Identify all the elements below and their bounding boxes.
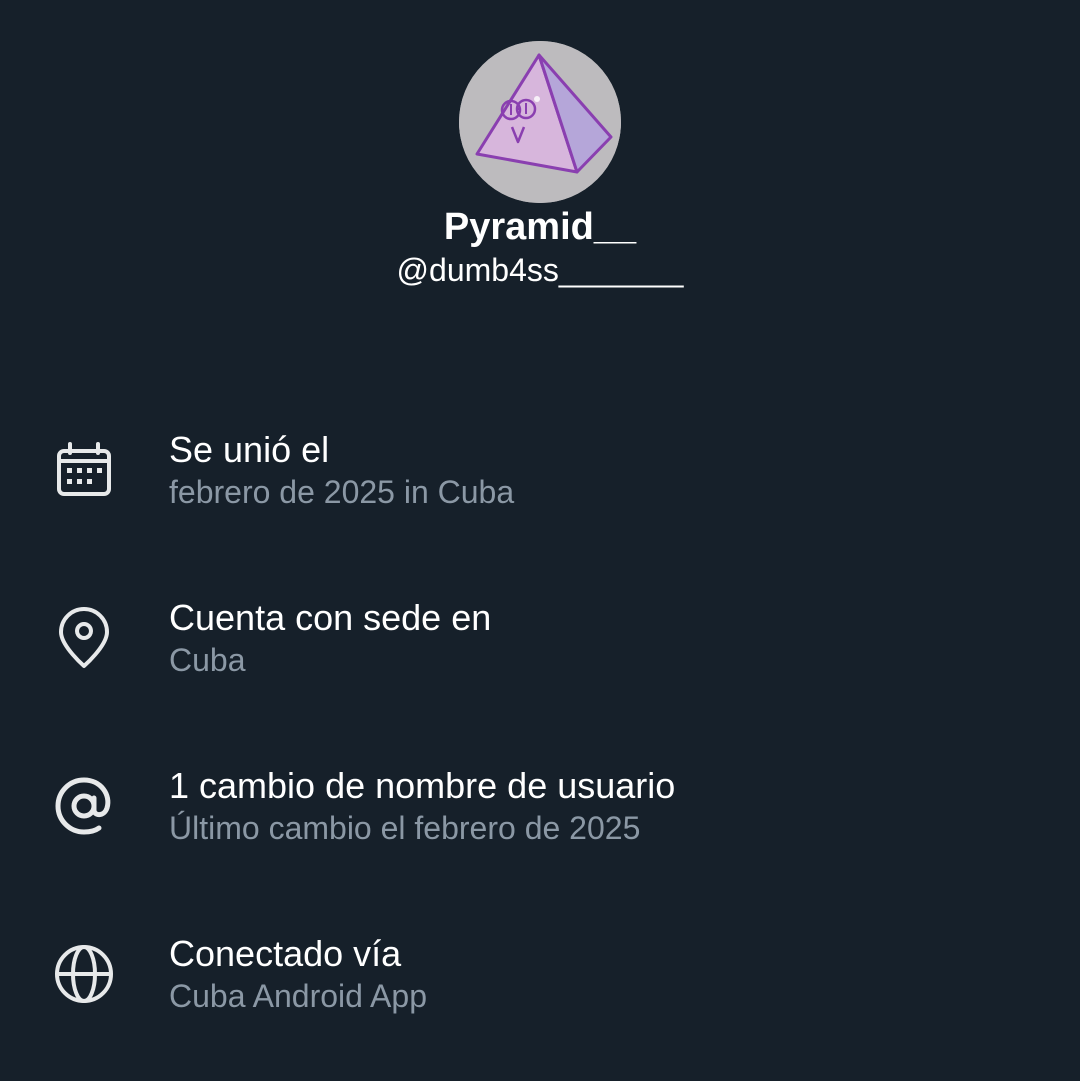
info-title: Conectado vía xyxy=(169,933,402,974)
info-subtitle: Cuba Android App xyxy=(169,978,427,1014)
username-handle: @dumb4ss_______ xyxy=(396,252,684,288)
calendar-icon xyxy=(52,438,116,502)
location-pin-icon xyxy=(52,606,116,670)
info-row-connected-via: Conectado vía Cuba Android App xyxy=(0,932,1080,1042)
account-info-screen: Pyramid__ @dumb4ss_______ Se unió el feb… xyxy=(0,0,1080,1081)
at-sign-icon xyxy=(52,774,116,838)
pyramid-avatar-image xyxy=(459,41,621,203)
display-name: Pyramid__ xyxy=(443,206,637,248)
info-title: Se unió el xyxy=(169,429,330,470)
info-subtitle: febrero de 2025 in Cuba xyxy=(169,474,515,510)
globe-icon xyxy=(52,942,116,1006)
info-title: 1 cambio de nombre de usuario xyxy=(169,765,676,806)
info-subtitle: Último cambio el febrero de 2025 xyxy=(169,810,641,846)
info-row-username-changes: 1 cambio de nombre de usuario Último cam… xyxy=(0,764,1080,874)
info-row-joined: Se unió el febrero de 2025 in Cuba xyxy=(0,428,1080,538)
info-row-location: Cuenta con sede en Cuba xyxy=(0,596,1080,706)
info-title: Cuenta con sede en xyxy=(169,597,492,638)
info-subtitle: Cuba xyxy=(169,642,246,678)
avatar[interactable] xyxy=(459,41,621,203)
